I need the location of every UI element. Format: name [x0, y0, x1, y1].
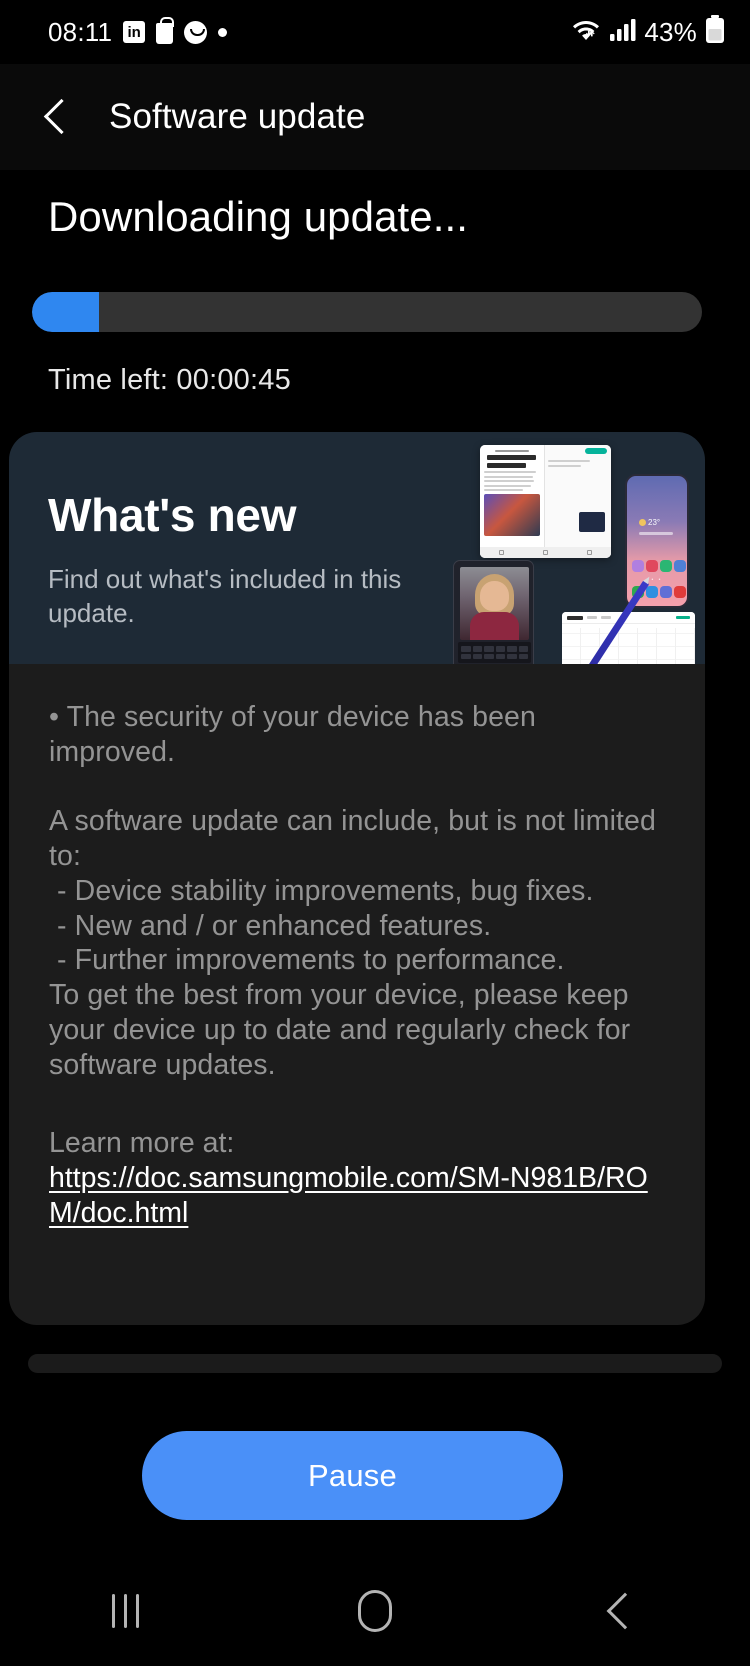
learn-more-label: Learn more at: [49, 1127, 235, 1160]
home-icon [358, 1590, 392, 1632]
tablet-left-pane [480, 445, 544, 558]
phone-app-row-1 [632, 560, 686, 572]
pause-button[interactable]: Pause [142, 1431, 563, 1520]
system-navigation-bar [0, 1556, 750, 1666]
phone-device-illustration: 23° • • [625, 474, 689, 608]
page-title: Software update [109, 97, 366, 136]
whats-new-banner[interactable]: What's new Find out what's included in t… [9, 432, 705, 664]
phone-page-dots: • • [651, 577, 663, 583]
portrait-body [470, 612, 519, 640]
phone-weather-sub [639, 532, 673, 535]
portrait-face [480, 581, 509, 611]
recents-icon [111, 1594, 139, 1628]
whats-new-text-group: What's new Find out what's included in t… [48, 488, 418, 631]
tablet-thumbnail [484, 494, 540, 536]
wifi-icon [572, 17, 602, 48]
whats-new-title: What's new [48, 489, 297, 541]
dot-icon [218, 27, 228, 37]
flip-phone-screen [460, 567, 529, 640]
release-notes-card: • The security of your device has been i… [9, 664, 705, 1325]
status-bar-right: 43% [572, 14, 726, 50]
back-icon [606, 1592, 644, 1630]
whats-new-subtitle: Find out what's included in this update. [48, 564, 402, 629]
shopping-bag-icon [156, 16, 174, 44]
battery-percent-label: 43% [644, 16, 697, 47]
status-bar: 08:11 43% [0, 0, 750, 64]
app-bar: Software update [0, 64, 750, 170]
home-button[interactable] [250, 1556, 500, 1666]
tablet-chat-bubble [579, 512, 605, 532]
flip-phone-illustration [453, 560, 534, 664]
scroll-indicator[interactable] [28, 1354, 722, 1373]
status-bar-clock: 08:11 [48, 16, 113, 47]
linkedin-icon [123, 21, 146, 43]
navigation-back-button[interactable] [500, 1556, 750, 1666]
cellular-signal-icon [609, 17, 637, 48]
recents-button[interactable] [0, 1556, 250, 1666]
time-left-label: Time left: 00:00:45 [48, 364, 291, 397]
tablet-device-illustration [480, 445, 611, 558]
release-notes-body: • The security of your device has been i… [49, 701, 656, 1081]
tablet-nav-bar [480, 547, 611, 558]
smiley-icon [184, 20, 208, 44]
download-section: Downloading update... Time left: 00:00:4… [0, 170, 750, 398]
download-progress-bar [32, 292, 702, 333]
tablet-accent-pill [585, 448, 607, 454]
download-progress-fill [32, 292, 99, 333]
back-icon[interactable] [33, 92, 83, 142]
tablet-notes-illustration [562, 612, 695, 664]
notes-grid [562, 628, 695, 664]
battery-icon [704, 14, 726, 50]
flip-phone-keyboard [458, 642, 531, 663]
status-bar-left: 08:11 [48, 16, 228, 48]
learn-more-link[interactable]: https://doc.samsungmobile.com/SM-N981B/R… [49, 1161, 665, 1231]
download-heading: Downloading update... [48, 193, 469, 240]
phone-weather-widget: 23° [639, 518, 660, 527]
tablet-right-pane [544, 445, 611, 558]
